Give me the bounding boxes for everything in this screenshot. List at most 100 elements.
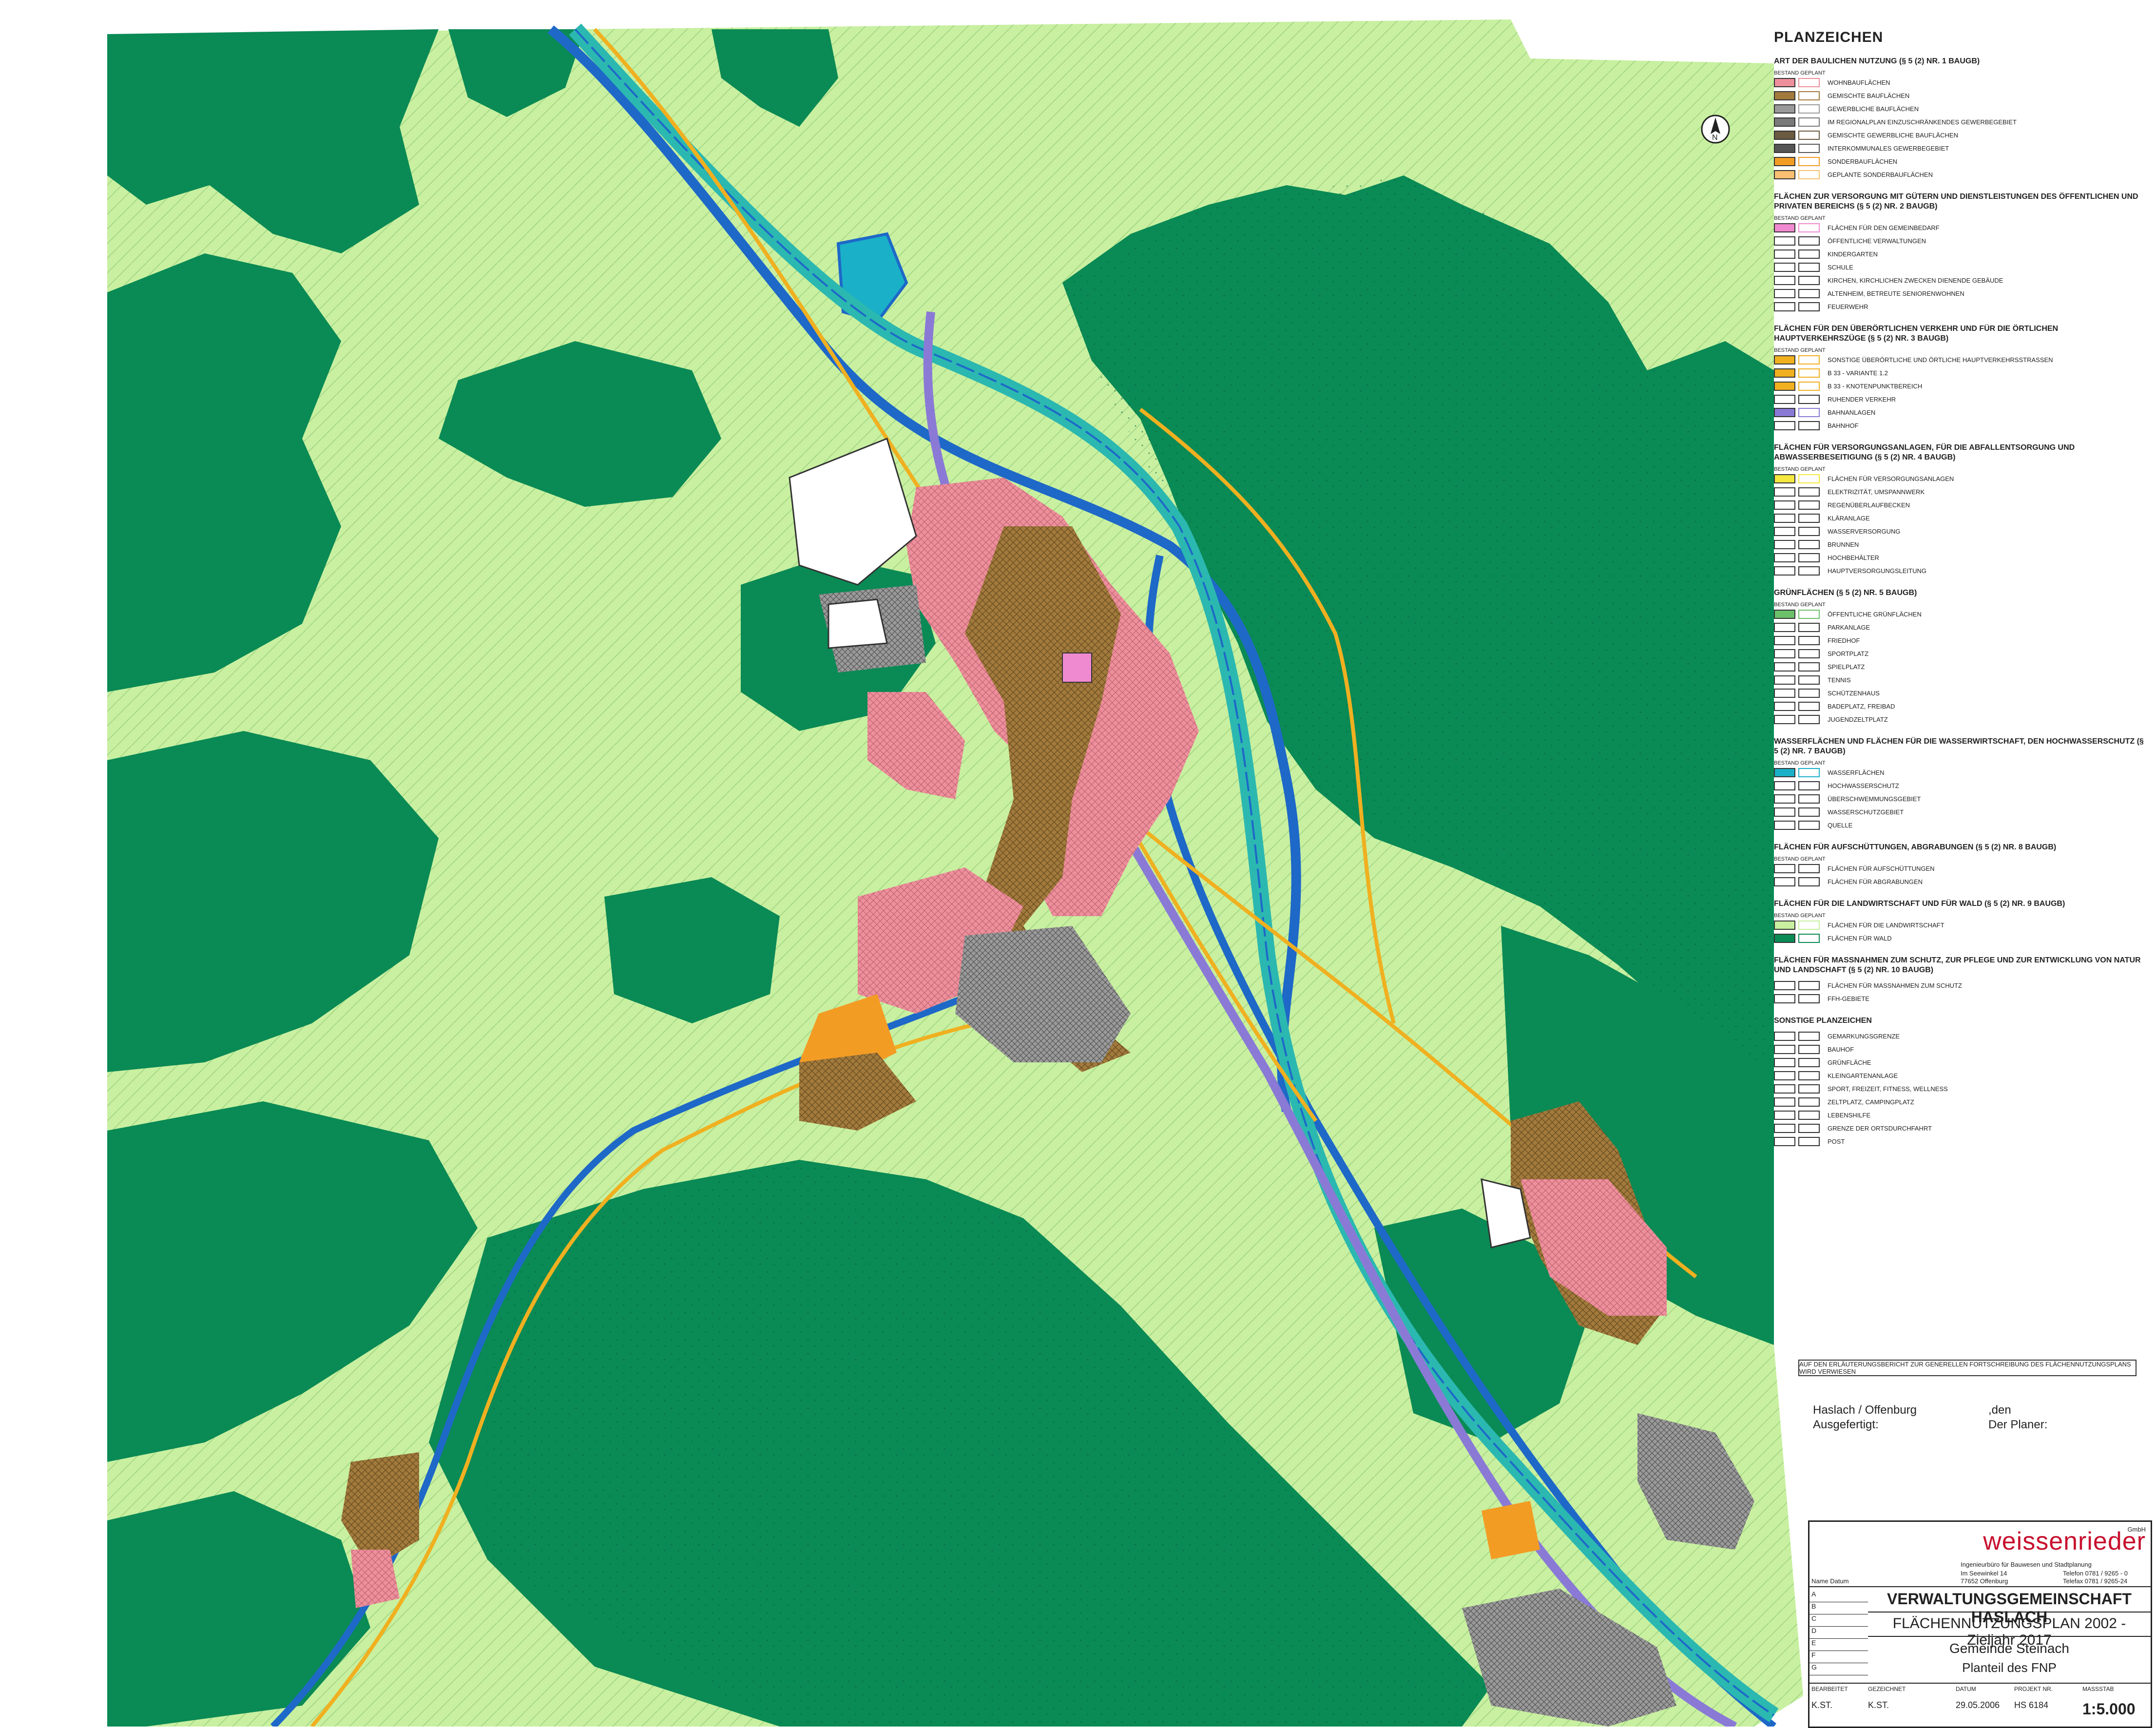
legend-item-label: FLÄCHEN FÜR AUFSCHÜTTUNGEN [1828, 865, 1935, 872]
legend-item: SPORT, FREIZEIT, FITNESS, WELLNESS [1774, 1082, 2144, 1095]
legend-item-label: GEWERBLICHE BAUFLÄCHEN [1828, 105, 1919, 113]
legend-item-label: RUHENDER VERKEHR [1828, 396, 1896, 403]
legend-section-header: BESTAND GEPLANT [1774, 215, 1826, 221]
legend-swatch-planned [1798, 368, 1820, 378]
company-address2: 77652 Offenburg [1961, 1577, 2008, 1585]
legend-swatch-existing [1774, 821, 1795, 830]
legend-item: SONSTIGE ÜBERÖRTLICHE UND ÖRTLICHE HAUPT… [1774, 353, 2144, 366]
legend-swatch-existing [1774, 91, 1795, 100]
legend-swatch-existing [1774, 702, 1795, 711]
legend-item: FRIEDHOF [1774, 634, 2144, 647]
legend-item: B 33 - VARIANTE 1.2 [1774, 366, 2144, 380]
legend-swatch-existing [1774, 807, 1795, 817]
legend-swatch-existing [1774, 715, 1795, 724]
legend-item-label: KIRCHEN, KIRCHLICHEN ZWECKEN DIENENDE GE… [1828, 277, 2003, 284]
legend-item: INTERKOMMUNALES GEWERBEGEBIET [1774, 142, 2144, 155]
revision-row: E [1810, 1639, 1868, 1651]
legend-swatch-existing [1774, 934, 1795, 943]
legend-swatch-planned [1798, 675, 1820, 685]
legend-item-label: INTERKOMMUNALES GEWERBEGEBIET [1828, 145, 1949, 152]
legend-swatch-existing [1774, 768, 1795, 777]
legend-swatch-planned [1798, 662, 1820, 672]
legend-item: FEUERWEHR [1774, 300, 2144, 313]
legend-swatch-existing [1774, 1124, 1795, 1133]
legend-item: FLÄCHEN FÜR VERSORGUNGSANLAGEN [1774, 472, 2144, 485]
legend-item: B 33 - KNOTENPUNKTBEREICH [1774, 380, 2144, 393]
legend-item-label: SCHÜTZENHAUS [1828, 690, 1880, 697]
legend-item: HOCHBEHÄLTER [1774, 551, 2144, 564]
legend-section-title: WASSERFLÄCHEN UND FLÄCHEN FÜR DIE WASSER… [1774, 737, 2144, 755]
legend-item-label: B 33 - KNOTENPUNKTBEREICH [1828, 383, 1923, 390]
legend-swatch-existing [1774, 117, 1795, 127]
legend-item: SCHULE [1774, 261, 2144, 274]
legend-swatch-existing [1774, 223, 1795, 232]
legend-item-label: KLÄRANLAGE [1828, 515, 1870, 522]
company-name: weissenrieder [1983, 1527, 2146, 1555]
legend-section-title: ART DER BAULICHEN NUTZUNG (§ 5 (2) Nr. 1… [1774, 57, 1980, 65]
legend-item-label: GEPLANTE SONDERBAUFLÄCHEN [1828, 171, 1933, 178]
legend-item-label: SPORTPLATZ [1828, 650, 1869, 657]
legend-swatch-existing [1774, 236, 1795, 246]
title-block-label: MASSSTAB [2082, 1686, 2114, 1692]
legend-swatch-planned [1798, 1071, 1820, 1080]
legend-swatch-existing [1774, 1045, 1795, 1054]
legend-item-label: ÖFFENTLICHE VERWALTUNGEN [1828, 237, 1926, 245]
legend-swatch-existing [1774, 289, 1795, 298]
legend-item: WASSERSCHUTZGEBIET [1774, 806, 2144, 819]
legend-item: FLÄCHEN FÜR DIE LANDWIRTSCHAFT [1774, 919, 2144, 932]
legend-section-header: BESTAND GEPLANT [1774, 856, 1826, 862]
legend-item: POST [1774, 1135, 2144, 1148]
legend-item-label: GRENZE DER ORTSDURCHFAHRT [1828, 1125, 1932, 1132]
legend-swatch-existing [1774, 1032, 1795, 1041]
legend-swatch-planned [1798, 781, 1820, 790]
legend-item-label: FLÄCHEN FÜR VERSORGUNGSANLAGEN [1828, 475, 1954, 482]
legend-item-label: LEBENSHILFE [1828, 1112, 1871, 1119]
legend-item-label: BADEPLATZ, FREIBAD [1828, 703, 1895, 710]
legend-swatch-planned [1798, 1137, 1820, 1146]
legend-swatch-planned [1798, 864, 1820, 873]
legend-item-label: GEMISCHTE GEWERBLICHE BAUFLÄCHEN [1828, 132, 1958, 139]
legend-sections: ART DER BAULICHEN NUTZUNG (§ 5 (2) Nr. 1… [1774, 57, 2144, 1148]
legend-swatch-existing [1774, 474, 1795, 483]
revision-row: G [1810, 1663, 1868, 1675]
legend-swatch-planned [1798, 474, 1820, 483]
legend-swatch-existing [1774, 1111, 1795, 1120]
legend-item-label: IM REGIONALPLAN EINZUSCHRÄNKENDES GEWERB… [1828, 118, 2017, 126]
legend-swatch-planned [1798, 382, 1820, 391]
legend-item-label: SONDERBAUFLÄCHEN [1828, 158, 1898, 165]
legend-section-header: BESTAND GEPLANT [1774, 347, 1826, 353]
legend-swatch-existing [1774, 1071, 1795, 1080]
legend-swatch-planned [1798, 223, 1820, 232]
legend-swatch-planned [1798, 104, 1820, 114]
legend-swatch-planned [1798, 78, 1820, 87]
legend-item-label: SPIELPLATZ [1828, 663, 1865, 671]
legend-swatch-planned [1798, 610, 1820, 619]
legend-section-title: FLÄCHEN FÜR AUFSCHÜTTUNGEN, ABGRABUNGEN … [1774, 843, 2057, 851]
legend-item-label: WASSERSCHUTZGEBIET [1828, 808, 1904, 816]
legend-swatch-planned [1798, 934, 1820, 943]
legend-swatch-existing [1774, 527, 1795, 536]
company-address1: Im Seewinkel 14 [1961, 1570, 2007, 1577]
legend-swatch-existing [1774, 144, 1795, 153]
legend-swatch-planned [1798, 540, 1820, 549]
legend-item-label: FLÄCHEN FÜR DEN GEMEINBEDARF [1828, 224, 1940, 231]
legend-item-label: WASSERVERSORGUNG [1828, 528, 1901, 535]
legend-section-title: SONSTIGE PLANZEICHEN [1774, 1017, 1872, 1025]
legend-swatch-planned [1798, 1111, 1820, 1120]
legend-item-label: HAUPTVERSORGUNGSLEITUNG [1828, 567, 1926, 575]
legend-item: GRENZE DER ORTSDURCHFAHRT [1774, 1122, 2144, 1135]
north-arrow-label: N [1712, 134, 1718, 142]
legend-swatch-planned [1798, 553, 1820, 562]
company-sub: Ingenieurbüro für Bauwesen und Stadtplan… [1961, 1561, 2092, 1568]
legend-swatch-existing [1774, 877, 1795, 886]
legend-item: JUGENDZELTPLATZ [1774, 713, 2144, 726]
legend-swatch-planned [1798, 1058, 1820, 1067]
legend-swatch-existing [1774, 408, 1795, 417]
legend-swatch-planned [1798, 91, 1820, 100]
legend-swatch-planned [1798, 636, 1820, 645]
company-logo: GmbH weissenrieder [1961, 1526, 2146, 1556]
explanation-note: AUF DEN ERLÄUTERUNGSBERICHT ZUR GENERELL… [1798, 1360, 2137, 1376]
legend-title: PLANZEICHEN [1774, 29, 1884, 45]
legend-item-label: BAUHOF [1828, 1046, 1854, 1053]
legend-swatch-planned [1798, 355, 1820, 365]
